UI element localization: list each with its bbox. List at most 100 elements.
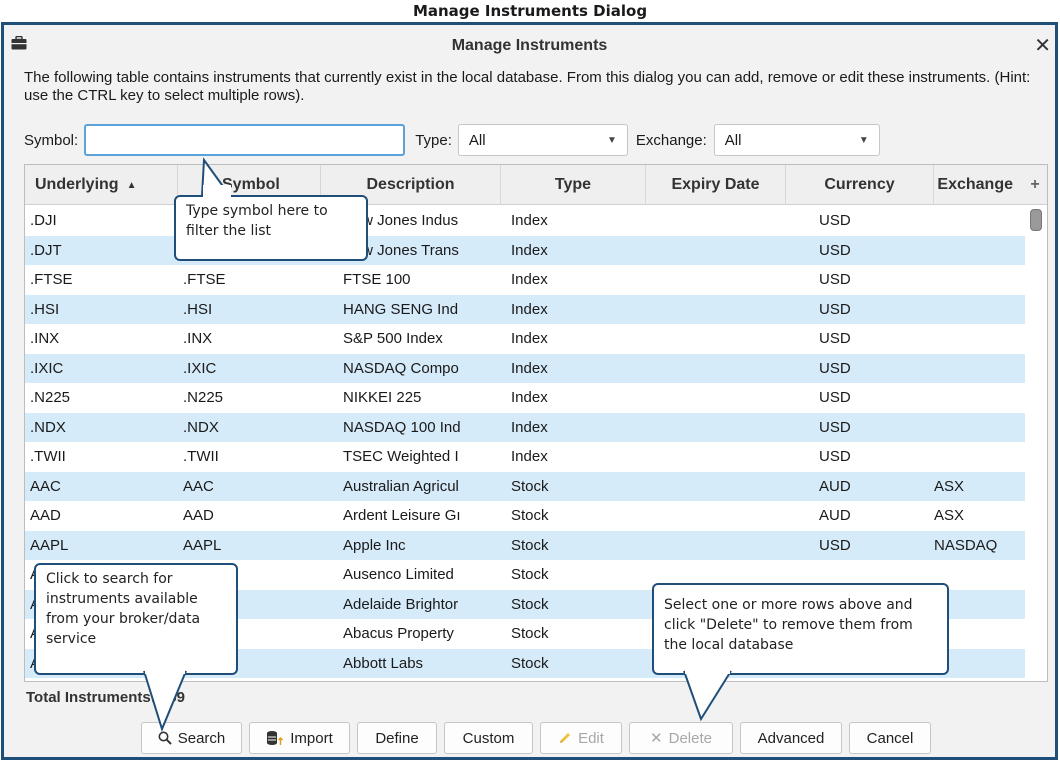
table-cell: Index [511,359,548,377]
table-cell: Stock [511,477,549,495]
table-cell: Index [511,448,548,466]
table-row[interactable]: .INX .INX S&P 500 Index Index USD [25,324,1025,354]
table-cell: ASX [934,477,965,495]
search-tip-callout: Click to search for instruments availabl… [34,563,238,675]
pencil-icon [558,731,572,745]
table-cell: Apple Inc [343,536,406,554]
table-cell: .DJT [30,241,62,259]
table-cell: AAPL [30,536,69,554]
type-select[interactable]: All ▼ [457,124,628,156]
import-button[interactable]: Import [249,722,350,754]
symbol-label: Symbol: [24,131,79,149]
column-header-currency[interactable]: Currency [786,165,934,205]
column-header-type[interactable]: Type [501,165,646,205]
table-cell: Abacus Property [343,625,454,643]
table-cell: .INX [183,330,213,348]
table-cell: .N225 [30,389,71,407]
table-cell: Index [511,389,548,407]
table-cell: .FTSE [30,271,73,289]
table-cell: Index [511,300,548,318]
table-cell: .TWII [30,448,66,466]
add-column-icon[interactable]: + [1023,165,1047,205]
table-cell: .FTSE [183,271,226,289]
table-cell: .INX [30,330,60,348]
table-cell: Index [511,330,548,348]
advanced-button[interactable]: Advanced [740,722,842,754]
table-cell: .DJI [30,212,57,230]
table-cell: Australian Agricul [343,477,459,495]
table-cell: Adelaide Brightor [343,595,459,613]
table-cell: .NDX [30,418,66,436]
manage-instruments-dialog: Manage Instruments ✕ The following table… [1,22,1058,760]
table-cell: USD [819,271,851,289]
table-cell: S&P 500 Index [343,330,443,348]
edit-button[interactable]: Edit [540,722,622,754]
scrollbar-thumb[interactable] [1030,209,1042,231]
column-header-exchange[interactable]: Exchange [934,165,1023,205]
table-cell: AAD [30,507,61,525]
table-cell: USD [819,389,851,407]
table-cell: Ausenco Limited [343,566,454,584]
table-cell: NASDAQ 100 Ind [343,418,461,436]
table-cell: AAPL [183,536,222,554]
cancel-button[interactable]: Cancel [849,722,931,754]
table-cell: .NDX [183,418,219,436]
table-cell: Ardent Leisure Gı [343,507,461,525]
filter-row: Symbol: Type: All ▼ Exchange: All ▼ [24,123,880,157]
table-cell: USD [819,212,851,230]
table-cell: NIKKEI 225 [343,389,422,407]
define-button[interactable]: Define [357,722,437,754]
exchange-label: Exchange: [635,131,707,149]
table-cell: Stock [511,595,549,613]
table-cell: AUD [819,477,851,495]
table-cell: .IXIC [30,359,64,377]
button-bar: Search Import Define Custom Edit ✕ Delet… [141,722,938,754]
table-cell: .HSI [30,300,60,318]
delete-x-icon: ✕ [650,730,663,747]
table-row[interactable]: .N225 .N225 NIKKEI 225 Index USD [25,383,1025,413]
callout-tail-delete [683,670,732,722]
exchange-select[interactable]: All ▼ [713,124,880,156]
table-cell: Index [511,241,548,259]
table-cell: Index [511,418,548,436]
table-row[interactable]: AAD AAD Ardent Leisure Gı Stock AUD ASX [25,501,1025,531]
table-cell: FTSE 100 [343,271,411,289]
table-row[interactable]: AAC AAC Australian Agricul Stock AUD ASX [25,471,1025,501]
table-cell: AAC [30,477,61,495]
chevron-down-icon: ▼ [858,134,869,146]
table-cell: USD [819,330,851,348]
table-cell: AAD [183,507,214,525]
table-cell: HANG SENG Ind [343,300,459,318]
table-row[interactable]: .HSI .HSI HANG SENG Ind Index USD [25,294,1025,324]
column-header-expiry-date[interactable]: Expiry Date [646,165,786,205]
table-cell: NASDAQ Compo [343,359,459,377]
page-caption: Manage Instruments Dialog [412,2,648,20]
table-cell: USD [819,300,851,318]
custom-button[interactable]: Custom [444,722,533,754]
table-cell: AUD [819,507,851,525]
vertical-scrollbar[interactable] [1029,209,1043,679]
table-cell: ASX [934,507,965,525]
column-header-underlying[interactable]: Underlying ▲ [25,165,178,205]
table-cell: AAC [183,477,214,495]
delete-button[interactable]: ✕ Delete [629,722,733,754]
delete-tip-callout: Select one or more rows above and click … [652,583,949,675]
table-cell: Stock [511,507,549,525]
chevron-down-icon: ▼ [606,134,617,146]
database-import-icon [266,730,284,746]
close-icon[interactable]: ✕ [1034,33,1051,58]
table-row[interactable]: .FTSE .FTSE FTSE 100 Index USD [25,265,1025,295]
table-row[interactable]: .NDX .NDX NASDAQ 100 Ind Index USD [25,412,1025,442]
symbol-input[interactable] [84,124,406,156]
table-row[interactable]: .TWII .TWII TSEC Weighted I Index USD [25,442,1025,472]
table-cell: USD [819,536,851,554]
table-cell: Index [511,212,548,230]
dialog-titlebar: Manage Instruments ✕ [4,25,1055,67]
table-cell: .HSI [183,300,213,318]
briefcase-icon [11,35,27,54]
table-row[interactable]: AAPL AAPL Apple Inc Stock USD NASDAQ [25,530,1025,560]
table-row[interactable]: .IXIC .IXIC NASDAQ Compo Index USD [25,353,1025,383]
symbol-tip-callout: Type symbol here to filter the list [174,195,368,261]
table-cell: TSEC Weighted I [343,448,459,466]
table-cell: .N225 [183,389,224,407]
